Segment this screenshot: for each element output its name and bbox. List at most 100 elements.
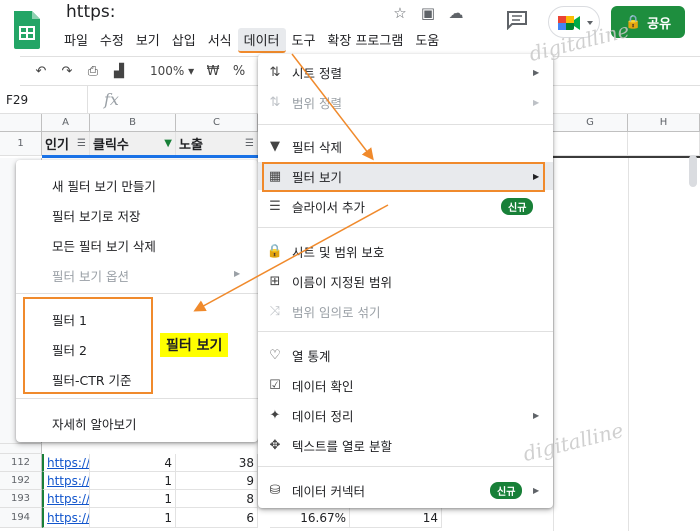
delete-all-filter-views-item[interactable]: 모든 필터 보기 삭제 <box>52 236 156 255</box>
sheets-logo-icon[interactable] <box>12 9 42 49</box>
row-header[interactable]: 112 <box>0 454 42 472</box>
validation-icon: ☑ <box>269 377 281 393</box>
randomize-range-item[interactable]: ⤨ 범위 임의로 섞기 <box>258 297 553 325</box>
cloud-status-icon[interactable]: ☁ <box>448 4 464 22</box>
paint-format-icon[interactable]: ▟ <box>110 64 128 79</box>
menu-divider <box>16 398 258 399</box>
slicer-icon: ☰ <box>269 198 281 214</box>
impressions-cell[interactable]: 38 <box>176 454 258 472</box>
column-header-g[interactable]: G <box>553 114 628 132</box>
create-filter-view-item[interactable]: 새 필터 보기 만들기 <box>52 176 156 195</box>
menu-view[interactable]: 보기 <box>130 28 166 53</box>
lock-icon: 🔒 <box>266 243 284 259</box>
redo-icon[interactable]: ↷ <box>58 64 76 79</box>
header-cell[interactable]: 클릭수 ▼ <box>90 132 176 156</box>
menu-format[interactable]: 서식 <box>202 28 238 53</box>
row-header[interactable]: 192 <box>0 472 42 490</box>
header-cell[interactable]: 노출 ☰ <box>176 132 258 156</box>
new-badge: 신규 <box>490 481 523 499</box>
header-label: 클릭수 <box>93 138 129 153</box>
column-header-a[interactable]: A <box>42 114 90 132</box>
currency-button[interactable]: ₩ <box>204 64 222 79</box>
menu-help[interactable]: 도움 <box>409 28 445 53</box>
sort-range-label: 범위 정렬 <box>292 95 342 111</box>
protect-sheets-item[interactable]: 🔒 시트 및 범위 보호 <box>258 237 553 265</box>
column-header-h[interactable]: H <box>628 114 700 132</box>
star-icon[interactable]: ☆ <box>392 4 408 22</box>
fx-icon: fx <box>104 90 119 109</box>
save-as-filter-view-item[interactable]: 필터 보기로 저장 <box>52 206 140 225</box>
menu-extensions[interactable]: 확장 프로그램 <box>321 28 409 53</box>
column-stats-item[interactable]: ♡ 열 통계 <box>258 341 553 369</box>
row-header[interactable]: 194 <box>0 508 42 528</box>
split-text-item[interactable]: ✥ 텍스트를 열로 분할 <box>258 431 553 459</box>
comment-icon[interactable] <box>506 10 528 30</box>
url-cell[interactable]: https://di <box>42 490 90 508</box>
menu-divider <box>258 331 553 332</box>
filter-views-highlight-box <box>262 162 545 192</box>
column-header-c[interactable]: C <box>176 114 258 132</box>
zoom-select[interactable]: 100% ▾ <box>136 64 196 78</box>
clicks-cell[interactable]: 1 <box>90 472 176 490</box>
new-badge: 신규 <box>501 197 534 215</box>
select-all-corner[interactable] <box>0 114 42 132</box>
filter-icon[interactable]: ☰ <box>77 138 86 149</box>
submenu-arrow-icon: ▶ <box>533 410 540 420</box>
data-cleanup-item[interactable]: ✦ 데이터 정리 ▶ <box>258 401 553 429</box>
menu-insert[interactable]: 삽입 <box>166 28 202 53</box>
impressions-cell[interactable]: 9 <box>176 472 258 490</box>
clicks-cell[interactable]: 1 <box>90 508 176 528</box>
percent-button[interactable]: % <box>230 64 248 79</box>
menu-divider <box>16 293 258 294</box>
url-cell[interactable]: https://di <box>42 472 90 490</box>
cell[interactable] <box>628 132 700 156</box>
filter-view-options-item[interactable]: 필터 보기 옵션 <box>52 266 129 285</box>
learn-more-item[interactable]: 자세히 알아보기 <box>52 414 136 433</box>
move-folder-icon[interactable]: ▣ <box>420 4 436 22</box>
lightbulb-icon: ♡ <box>269 347 281 363</box>
url-cell[interactable]: https://di <box>42 508 90 528</box>
row-header[interactable]: 193 <box>0 490 42 508</box>
cell[interactable] <box>553 132 628 156</box>
sort-sheet-item[interactable]: ⇅ 시트 정렬 ▶ <box>258 58 553 86</box>
vertical-scrollbar[interactable] <box>689 155 697 187</box>
magic-wand-icon: ✦ <box>269 407 281 423</box>
print-icon[interactable]: ⎙ <box>84 64 102 79</box>
header-underline <box>42 155 258 158</box>
data-menu: ⇅ 시트 정렬 ▶ ⇅ 범위 정렬 ▶ ▼ 필터 삭제 ▦ 필터 보기 ▶ ☰ … <box>258 54 553 508</box>
sort-range-item[interactable]: ⇅ 범위 정렬 ▶ <box>258 88 553 116</box>
shuffle-icon: ⤨ <box>269 303 281 319</box>
url-cell[interactable]: https://di <box>42 454 90 472</box>
position-cell[interactable]: 14 <box>350 508 442 528</box>
named-ranges-item[interactable]: ⊞ 이름이 지정된 범위 <box>258 267 553 295</box>
remove-filter-item[interactable]: ▼ 필터 삭제 <box>258 132 553 160</box>
menu-tools[interactable]: 도구 <box>286 28 322 53</box>
ctr-cell[interactable]: 16.67% <box>270 508 350 528</box>
header-cell[interactable]: 인기 ☰ <box>42 132 90 156</box>
data-connectors-item[interactable]: ⛁ 데이터 커넥터 신규 ▶ <box>258 476 553 504</box>
sort-icon: ⇅ <box>269 64 281 80</box>
document-title[interactable]: https: <box>66 2 115 22</box>
database-icon: ⛁ <box>269 482 281 498</box>
clicks-cell[interactable]: 4 <box>90 454 176 472</box>
clicks-cell[interactable]: 1 <box>90 490 176 508</box>
randomize-label: 범위 임의로 섞기 <box>292 304 381 320</box>
column-header-b[interactable]: B <box>90 114 176 132</box>
column-stats-label: 열 통계 <box>292 348 331 364</box>
remove-filter-label: 필터 삭제 <box>292 139 342 155</box>
menu-divider <box>258 227 553 228</box>
name-box[interactable]: F29 <box>0 85 88 114</box>
menu-file[interactable]: 파일 <box>58 28 94 53</box>
impressions-cell[interactable]: 6 <box>176 508 258 528</box>
row-header[interactable] <box>0 444 42 454</box>
menu-edit[interactable]: 수정 <box>94 28 130 53</box>
menu-data[interactable]: 데이터 <box>237 28 286 53</box>
filter-icon: ▼ <box>270 138 280 154</box>
add-slicer-item[interactable]: ☰ 슬라이서 추가 신규 <box>258 192 553 220</box>
undo-icon[interactable]: ↶ <box>32 64 50 79</box>
filter-active-icon[interactable]: ▼ <box>164 138 172 149</box>
row-header[interactable]: 1 <box>0 132 42 156</box>
impressions-cell[interactable]: 8 <box>176 490 258 508</box>
data-validation-item[interactable]: ☑ 데이터 확인 <box>258 371 553 399</box>
filter-icon[interactable]: ☰ <box>245 138 254 149</box>
